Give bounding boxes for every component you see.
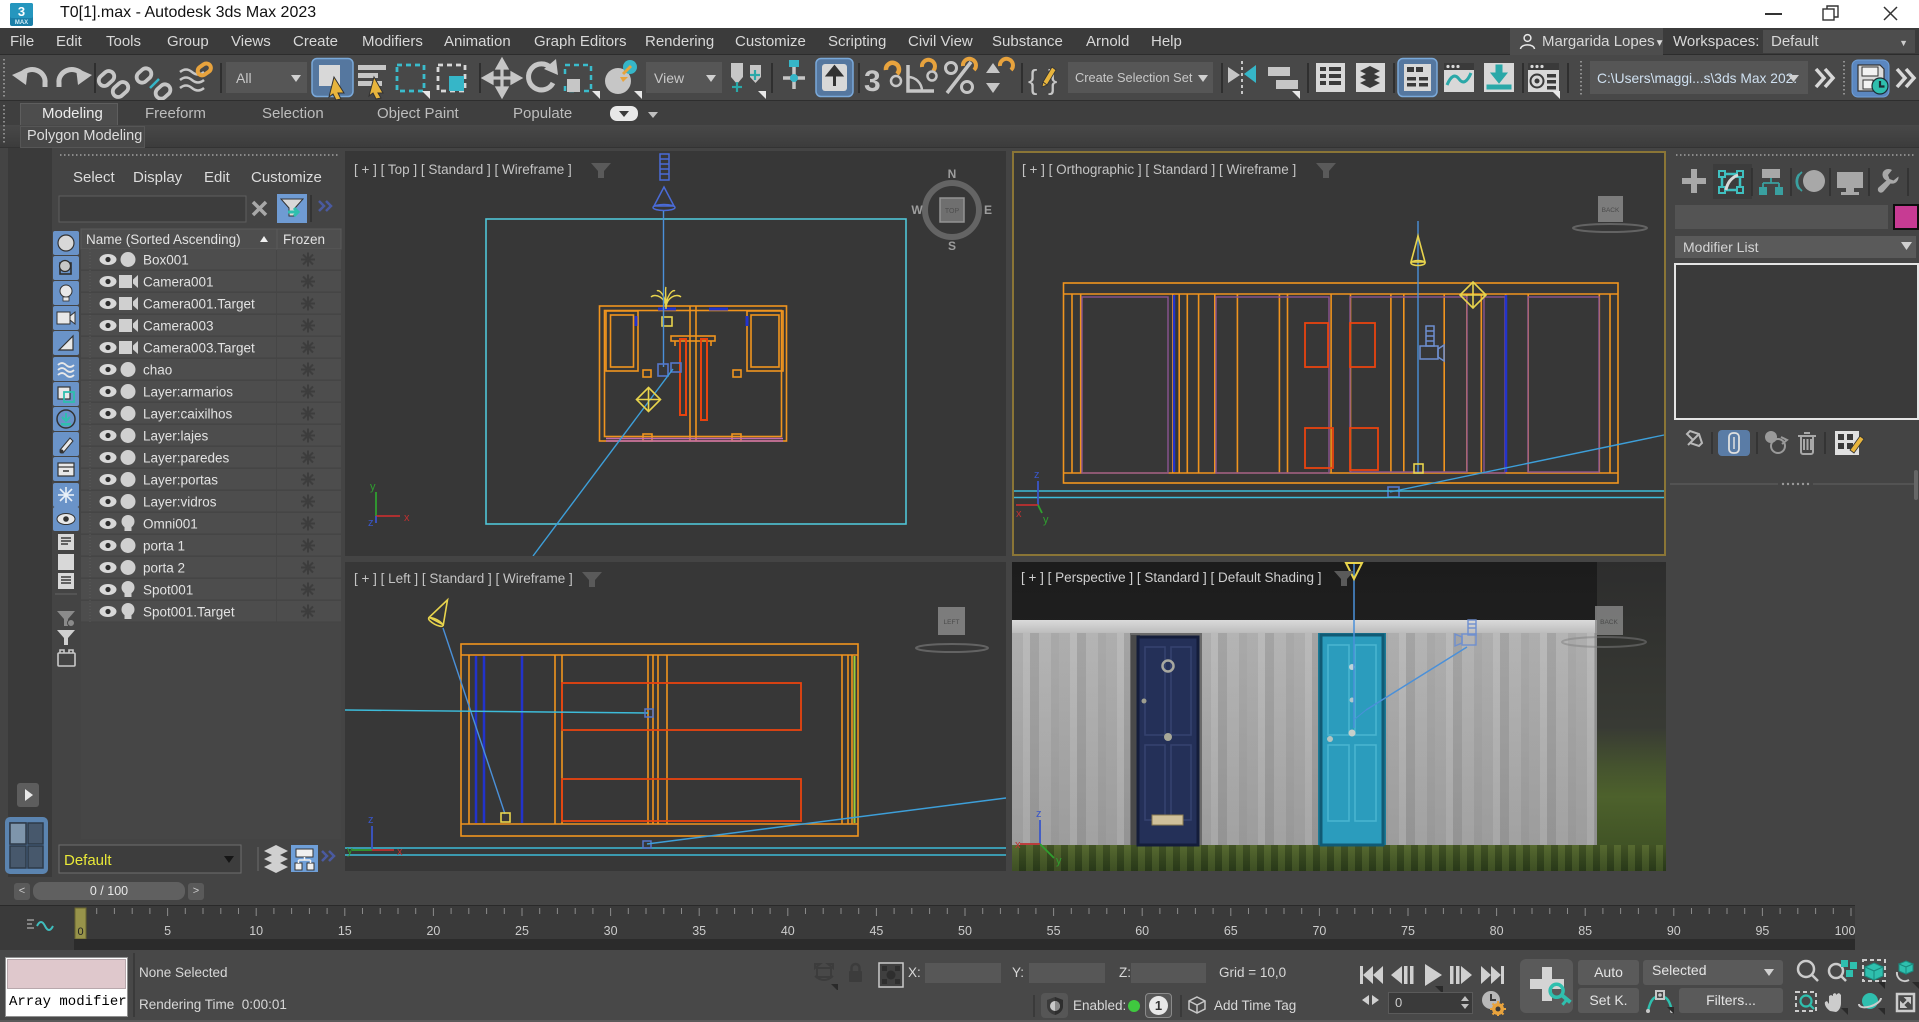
svg-text:[ + ] [ Orthographic ] [ Stand: [ + ] [ Orthographic ] [ Standard ] [ Wi… [1022, 162, 1296, 177]
svg-text:View: View [654, 70, 685, 86]
svg-text:Camera003: Camera003 [143, 319, 214, 334]
svg-text:35: 35 [692, 924, 706, 938]
svg-text:C:\Users\maggi...s\3ds Max 202: C:\Users\maggi...s\3ds Max 202: [1597, 71, 1797, 86]
svg-text:z: z [368, 814, 374, 826]
svg-text:Spot001.Target: Spot001.Target [143, 605, 235, 620]
svg-text:y: y [370, 481, 376, 493]
svg-text:[ + ] [ Perspective ] [ Standa: [ + ] [ Perspective ] [ Standard ] [ Def… [1021, 570, 1322, 585]
svg-text:45: 45 [869, 924, 883, 938]
svg-text:70: 70 [1312, 924, 1326, 938]
svg-text:Name (Sorted Ascending): Name (Sorted Ascending) [86, 232, 241, 247]
svg-text:BACK: BACK [1602, 207, 1620, 214]
svg-text:25: 25 [515, 924, 529, 938]
svg-text:20: 20 [426, 924, 440, 938]
svg-text:[ + ] [ Top ] [ Standard ] [ W: [ + ] [ Top ] [ Standard ] [ Wireframe ] [354, 162, 572, 177]
svg-text:All: All [236, 70, 252, 86]
svg-text:Layer:caixilhos: Layer:caixilhos [143, 407, 233, 422]
svg-text:porta 1: porta 1 [143, 539, 185, 554]
svg-text:y: y [347, 845, 353, 857]
svg-text:W: W [911, 203, 923, 217]
svg-text:100: 100 [1835, 924, 1855, 938]
svg-text:Modifier List: Modifier List [1683, 239, 1759, 255]
svg-text:Default: Default [64, 852, 112, 869]
svg-text:Camera001.Target: Camera001.Target [143, 297, 255, 312]
svg-text:0: 0 [77, 926, 83, 938]
svg-text:Select: Select [73, 169, 116, 186]
svg-text:Layer:lajes: Layer:lajes [143, 429, 209, 444]
svg-text:y: y [1056, 855, 1062, 867]
svg-text:Edit: Edit [204, 169, 231, 186]
svg-text:[ + ] [ Left ] [ Standard ] [: [ + ] [ Left ] [ Standard ] [ Wireframe … [354, 571, 573, 586]
svg-text:x: x [397, 846, 403, 858]
svg-text:3: 3 [864, 65, 881, 98]
svg-text:60: 60 [1135, 924, 1149, 938]
svg-text:90: 90 [1667, 924, 1681, 938]
svg-text:z: z [368, 517, 374, 529]
svg-text:Layer:portas: Layer:portas [143, 473, 218, 488]
svg-text:Omni001: Omni001 [143, 517, 198, 532]
svg-text:40: 40 [781, 924, 795, 938]
svg-text:Box001: Box001 [143, 253, 189, 268]
svg-text:z: z [1036, 808, 1042, 820]
svg-text:chao: chao [143, 363, 172, 378]
svg-text:10: 10 [249, 924, 263, 938]
svg-text:50: 50 [958, 924, 972, 938]
svg-text:30: 30 [604, 924, 618, 938]
svg-text:55: 55 [1047, 924, 1061, 938]
svg-text:80: 80 [1490, 924, 1504, 938]
svg-text:Display: Display [133, 169, 183, 186]
svg-text:Frozen: Frozen [283, 232, 325, 247]
svg-text:65: 65 [1224, 924, 1238, 938]
svg-text:x: x [1015, 839, 1021, 851]
svg-text:Spot001: Spot001 [143, 583, 193, 598]
svg-text:MAX: MAX [15, 20, 28, 26]
svg-text:Layer:armarios: Layer:armarios [143, 385, 233, 400]
svg-text:5: 5 [164, 924, 171, 938]
svg-text:E: E [984, 203, 992, 217]
svg-text:95: 95 [1755, 924, 1769, 938]
svg-text:15: 15 [338, 924, 352, 938]
svg-text:BACK: BACK [1600, 619, 1618, 626]
svg-text:Camera001: Camera001 [143, 275, 214, 290]
svg-text:Customize: Customize [251, 169, 322, 186]
svg-text:porta 2: porta 2 [143, 561, 185, 576]
svg-text:3: 3 [18, 4, 25, 19]
svg-text:{: { [1028, 64, 1037, 95]
svg-text:75: 75 [1401, 924, 1415, 938]
svg-text:y: y [1043, 514, 1049, 526]
svg-text:N: N [948, 167, 957, 181]
svg-text:85: 85 [1578, 924, 1592, 938]
svg-text:x: x [404, 512, 410, 524]
svg-text:Create Selection Set: Create Selection Set [1075, 70, 1193, 85]
svg-text:x: x [1016, 508, 1022, 520]
svg-text:LEFT: LEFT [944, 619, 960, 626]
svg-text:TOP: TOP [945, 208, 960, 215]
svg-text:z: z [1034, 469, 1040, 481]
svg-text:S: S [948, 239, 956, 253]
svg-text:Camera003.Target: Camera003.Target [143, 341, 255, 356]
svg-text:Layer:vidros: Layer:vidros [143, 495, 217, 510]
svg-text:Layer:paredes: Layer:paredes [143, 451, 230, 466]
